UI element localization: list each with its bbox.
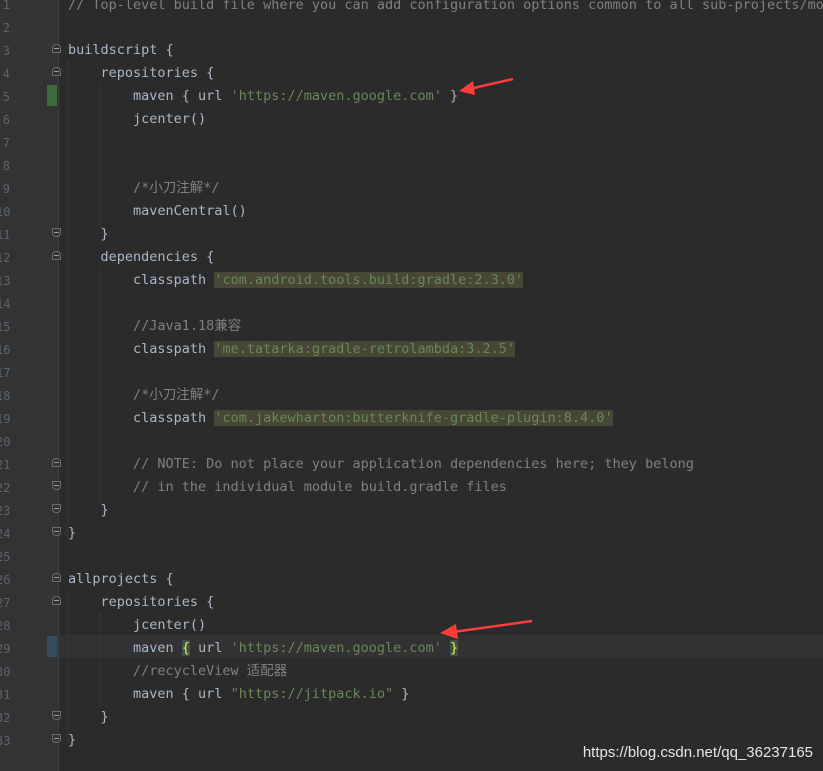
line-number: 19 <box>0 412 11 426</box>
code-line[interactable]: buildscript { <box>68 39 174 62</box>
string-literal: 'me.tatarka:gradle-retrolambda:3.2.5' <box>214 341 516 357</box>
change-marker <box>47 636 57 657</box>
code-line[interactable]: } <box>68 223 109 246</box>
code-line[interactable]: /*小刀注解*/ <box>68 384 220 407</box>
change-marker <box>47 85 57 106</box>
string-literal: 'https://maven.google.com' <box>230 88 442 104</box>
code-line[interactable]: maven { url 'https://maven.google.com' } <box>68 85 458 108</box>
code-token: maven <box>68 640 182 656</box>
string-literal: 'com.android.tools.build:gradle:2.3.0' <box>214 272 524 288</box>
fold-expand-icon[interactable] <box>52 527 61 536</box>
code-line[interactable]: } <box>68 729 76 752</box>
fold-collapse-icon[interactable] <box>52 44 61 53</box>
line-number: 23 <box>0 504 11 518</box>
watermark: https://blog.csdn.net/qq_36237165 <box>582 744 813 761</box>
line-number: 11 <box>0 228 11 242</box>
code-line[interactable]: maven { url 'https://maven.google.com' } <box>68 637 459 660</box>
line-number: 14 <box>0 297 11 311</box>
code-line[interactable]: classpath 'com.jakewharton:butterknife-g… <box>68 407 613 430</box>
fold-collapse-icon[interactable] <box>52 67 61 76</box>
line-number: 32 <box>0 711 11 725</box>
string-literal: 'https://maven.google.com' <box>230 640 442 656</box>
code-token: url <box>189 640 231 656</box>
fold-expand-icon[interactable] <box>52 228 61 237</box>
code-line[interactable]: jcenter() <box>68 614 206 637</box>
line-number: 4 <box>2 67 10 81</box>
fold-expand-icon[interactable] <box>52 711 61 720</box>
string-literal: "https://jitpack.io" <box>230 686 394 702</box>
line-number: 22 <box>0 481 11 495</box>
line-number: 25 <box>0 550 11 564</box>
line-number: 13 <box>0 274 11 288</box>
code-line[interactable]: // in the individual module build.gradle… <box>68 476 507 499</box>
code-token: classpath <box>68 341 215 357</box>
line-number: 33 <box>0 734 11 748</box>
code-line[interactable]: allprojects { <box>68 568 174 591</box>
line-number: 17 <box>0 366 11 380</box>
line-number: 7 <box>2 136 10 150</box>
code-line[interactable]: //Java1.18兼容 <box>68 315 241 338</box>
matched-brace: { <box>181 640 190 656</box>
code-token: } <box>393 686 410 702</box>
code-line[interactable]: // NOTE: Do not place your application d… <box>68 453 694 476</box>
code-line[interactable]: classpath 'com.android.tools.build:gradl… <box>68 269 524 292</box>
code-line[interactable]: repositories { <box>68 591 215 614</box>
code-line[interactable]: repositories { <box>68 62 215 85</box>
fold-expand-icon[interactable] <box>52 504 61 513</box>
code-line[interactable]: // Top-level build file where you can ad… <box>68 0 823 17</box>
code-line[interactable]: maven { url "https://jitpack.io" } <box>68 683 409 706</box>
line-number: 28 <box>0 619 11 633</box>
code-token: maven { url <box>68 686 231 702</box>
code-token: classpath <box>68 410 215 426</box>
line-number: 31 <box>0 688 11 702</box>
line-number: 20 <box>0 435 11 449</box>
line-number: 10 <box>0 205 11 219</box>
line-number: 9 <box>2 182 10 196</box>
code-line[interactable]: mavenCentral() <box>68 200 247 223</box>
line-number: 8 <box>2 159 10 173</box>
line-number: 29 <box>0 642 11 656</box>
line-number: 6 <box>2 113 10 127</box>
fold-collapse-icon[interactable] <box>52 251 61 260</box>
line-number: 2 <box>2 21 10 35</box>
code-line[interactable]: } <box>68 499 109 522</box>
code-line[interactable]: jcenter() <box>68 108 206 131</box>
code-line[interactable]: dependencies { <box>68 246 215 269</box>
line-number: 5 <box>2 90 10 104</box>
fold-collapse-icon[interactable] <box>52 596 61 605</box>
line-number: 30 <box>0 665 11 679</box>
code-line[interactable]: /*小刀注解*/ <box>68 177 220 200</box>
string-literal: 'com.jakewharton:butterknife-gradle-plug… <box>214 410 613 426</box>
fold-expand-icon[interactable] <box>52 481 61 490</box>
line-number: 16 <box>0 343 11 357</box>
matched-brace: } <box>450 640 459 656</box>
code-line[interactable]: classpath 'me.tatarka:gradle-retrolambda… <box>68 338 516 361</box>
fold-expand-icon[interactable] <box>52 734 61 743</box>
line-number: 26 <box>0 573 11 587</box>
line-number: 1 <box>2 0 10 12</box>
code-token: maven { url <box>68 88 231 104</box>
arrow-annotation-icon <box>440 619 533 639</box>
fold-collapse-icon[interactable] <box>52 458 61 467</box>
line-number: 3 <box>2 44 10 58</box>
line-number: 21 <box>0 458 11 472</box>
fold-collapse-icon[interactable] <box>52 573 61 582</box>
code-line[interactable]: } <box>68 522 76 545</box>
arrow-annotation-icon <box>459 77 514 95</box>
line-number: 24 <box>0 527 11 541</box>
line-number: 12 <box>0 251 11 265</box>
code-token: classpath <box>68 272 215 288</box>
line-number: 18 <box>0 389 11 403</box>
code-line[interactable]: //recycleView 适配器 <box>68 660 287 683</box>
line-number: 15 <box>0 320 11 334</box>
code-line[interactable]: } <box>68 706 109 729</box>
line-number: 27 <box>0 596 11 610</box>
